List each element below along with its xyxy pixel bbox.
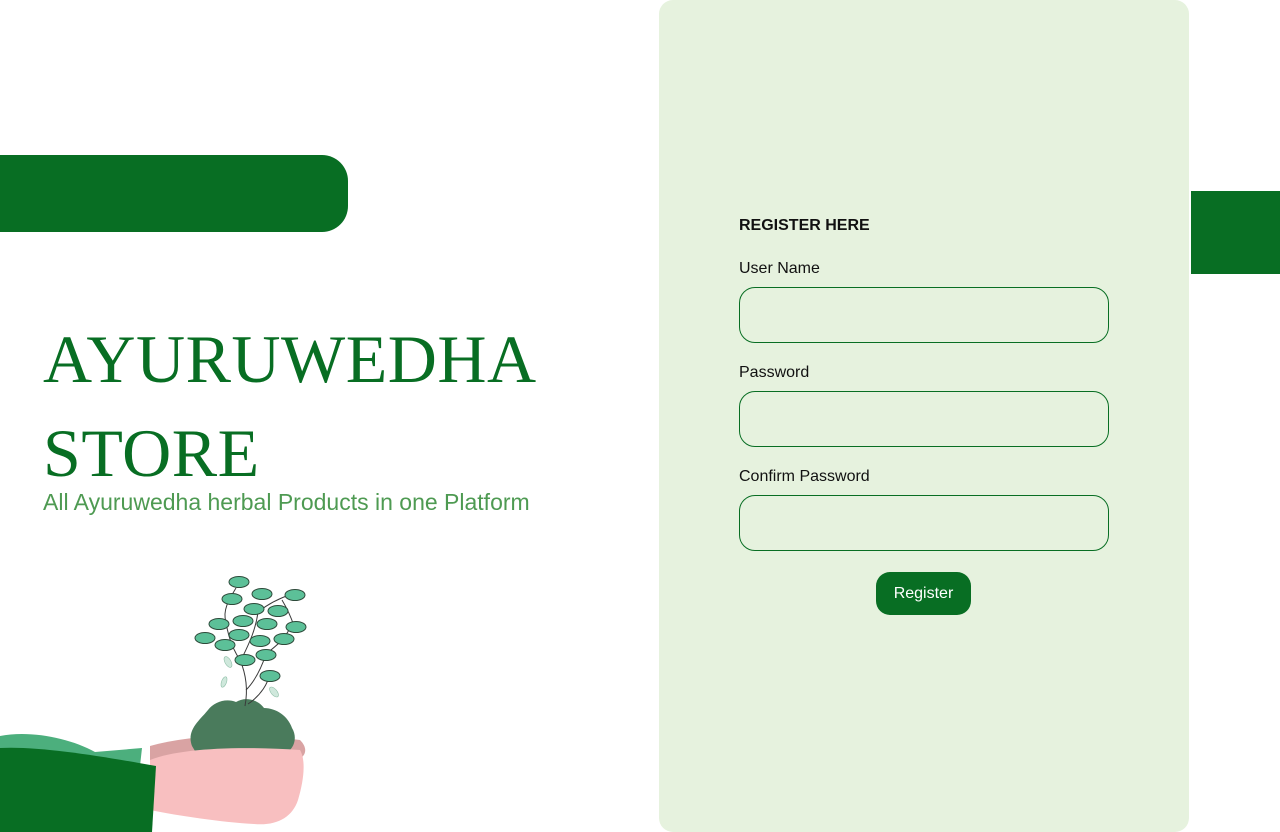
password-input[interactable] (739, 391, 1109, 447)
brand-tagline: All Ayuruwedha herbal Products in one Pl… (43, 489, 530, 515)
decorative-banner-bar (0, 155, 348, 232)
brand-title: AYURUWEDHA STORE (43, 312, 537, 500)
username-label: User Name (739, 260, 820, 277)
brand-title-line-2: STORE (43, 415, 260, 491)
decorative-corner-block (1191, 191, 1280, 274)
confirm-password-input[interactable] (739, 495, 1109, 551)
password-label: Password (739, 364, 810, 381)
confirm-password-label: Confirm Password (739, 468, 870, 485)
register-page: AYURUWEDHA STORE All Ayuruwedha herbal P… (0, 0, 1280, 832)
brand-title-line-1: AYURUWEDHA (43, 321, 537, 397)
register-panel: REGISTER HERE User Name Password Confirm… (659, 0, 1189, 832)
register-button[interactable]: Register (876, 572, 971, 615)
username-input[interactable] (739, 287, 1109, 343)
register-heading: REGISTER HERE (739, 217, 870, 234)
hands-holding-plant-icon (0, 576, 307, 832)
